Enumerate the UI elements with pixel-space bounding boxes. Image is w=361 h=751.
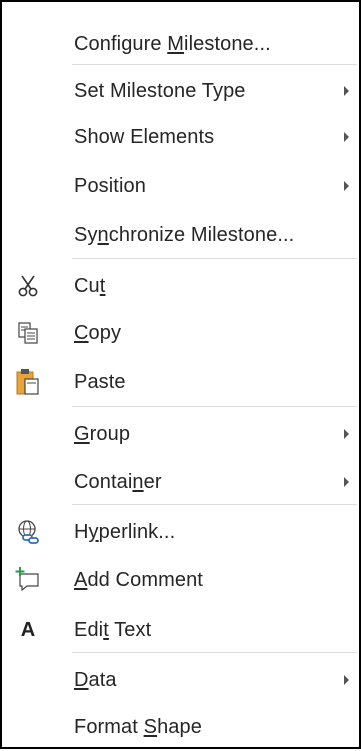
menu-item-cut[interactable]: Cut	[2, 262, 359, 310]
menu-item-data[interactable]: Data	[2, 656, 359, 704]
menu-item-label: Data	[74, 668, 117, 691]
menu-item-synchronize-milestone[interactable]: Synchronize Milestone...	[2, 211, 359, 259]
menu-item-label: Copy	[74, 321, 122, 344]
menu-item-label: Cut	[74, 274, 106, 297]
menu-item-edit-text[interactable]: A Edit Text	[2, 606, 359, 654]
menu-item-group[interactable]: Group	[2, 410, 359, 458]
menu-item-label: Position	[74, 174, 146, 197]
submenu-arrow-icon	[344, 181, 349, 191]
menu-item-label: Show Elements	[74, 125, 215, 148]
menu-item-format-shape[interactable]: Format Shape	[2, 703, 359, 751]
menu-item-hyperlink[interactable]: Hyperlink...	[2, 508, 359, 556]
menu-item-label: Set Milestone Type	[74, 79, 246, 102]
edit-text-icon: A	[10, 612, 46, 648]
menu-item-label: Edit Text	[74, 618, 152, 641]
submenu-arrow-icon	[344, 86, 349, 96]
menu-item-copy[interactable]: Copy	[2, 309, 359, 357]
menu-item-label: Configure Milestone...	[74, 32, 271, 55]
submenu-arrow-icon	[344, 675, 349, 685]
submenu-arrow-icon	[344, 132, 349, 142]
menu-item-label: Group	[74, 422, 131, 445]
menu-item-add-comment[interactable]: Add Comment	[2, 556, 359, 604]
add-comment-icon	[10, 562, 46, 598]
menu-item-container[interactable]: Container	[2, 458, 359, 506]
menu-item-label: Container	[74, 470, 162, 493]
menu-item-position[interactable]: Position	[2, 162, 359, 210]
submenu-arrow-icon	[344, 477, 349, 487]
paste-icon	[10, 364, 46, 400]
menu-separator	[72, 64, 357, 65]
edit-text-glyph: A	[20, 618, 36, 641]
copy-icon	[10, 315, 46, 351]
menu-separator	[72, 258, 357, 259]
menu-item-paste[interactable]: Paste	[2, 358, 359, 406]
menu-item-label: Paste	[74, 370, 126, 393]
menu-separator	[72, 504, 357, 505]
menu-item-configure-milestone[interactable]: Configure Milestone...	[2, 20, 359, 68]
menu-item-label: Hyperlink...	[74, 520, 176, 543]
submenu-arrow-icon	[344, 429, 349, 439]
hyperlink-icon	[10, 514, 46, 550]
menu-item-show-elements[interactable]: Show Elements	[2, 113, 359, 161]
context-menu: Configure Milestone... Set Milestone Typ…	[0, 0, 361, 749]
menu-item-label: Synchronize Milestone...	[74, 223, 295, 246]
menu-item-label: Format Shape	[74, 715, 202, 738]
menu-item-set-milestone-type[interactable]: Set Milestone Type	[2, 67, 359, 115]
menu-separator	[72, 406, 357, 407]
menu-item-label: Add Comment	[74, 568, 203, 591]
scissors-icon	[10, 268, 46, 304]
menu-separator	[72, 652, 357, 653]
